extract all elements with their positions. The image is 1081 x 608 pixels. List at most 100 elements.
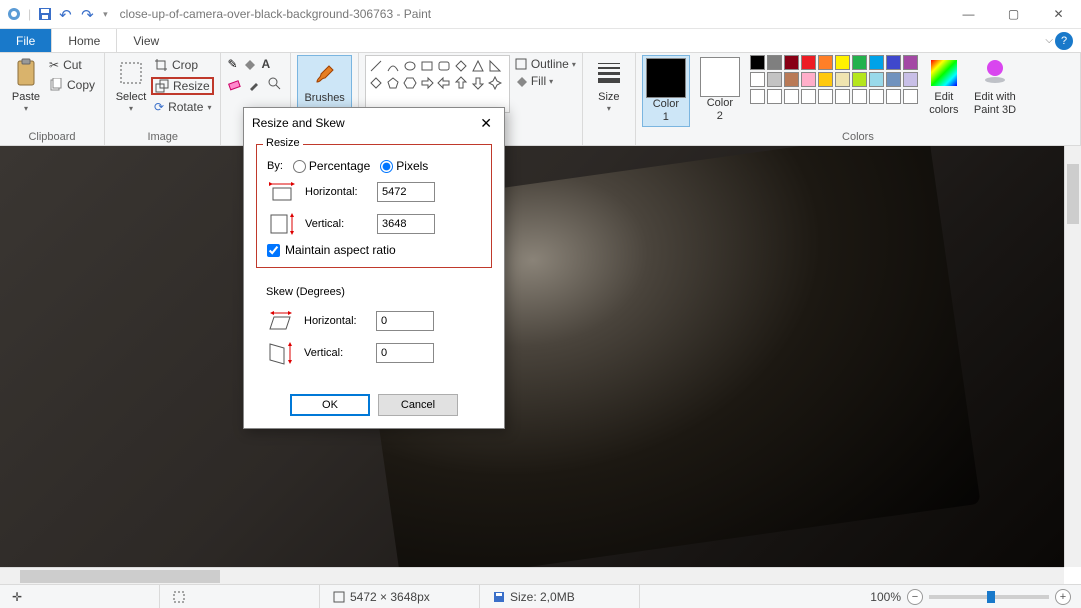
- zoom-out-button[interactable]: −: [907, 589, 923, 605]
- bucket-icon[interactable]: [242, 57, 258, 73]
- color-swatch[interactable]: [869, 55, 884, 70]
- color-swatch[interactable]: [886, 55, 901, 70]
- dialog-close-button[interactable]: ✕: [476, 113, 496, 134]
- edit-colors-button[interactable]: Edit colors: [924, 55, 964, 119]
- color-swatch[interactable]: [767, 89, 782, 104]
- skew-vertical-input[interactable]: [376, 343, 434, 363]
- shape-rtri-icon[interactable]: [488, 59, 502, 73]
- select-button[interactable]: Select ▾: [111, 55, 151, 115]
- fill-button[interactable]: Fill▾: [514, 74, 576, 88]
- size-button[interactable]: Size ▾: [589, 55, 629, 115]
- cancel-button[interactable]: Cancel: [378, 394, 458, 416]
- outline-button[interactable]: Outline▾: [514, 57, 576, 71]
- color-swatch[interactable]: [818, 72, 833, 87]
- paint3d-button[interactable]: Edit with Paint 3D: [970, 55, 1020, 119]
- pixels-radio[interactable]: Pixels: [380, 159, 428, 173]
- color-swatch[interactable]: [903, 89, 918, 104]
- maintain-aspect-checkbox[interactable]: Maintain aspect ratio: [267, 243, 481, 257]
- pencil-icon[interactable]: ✎: [227, 57, 237, 73]
- ok-button[interactable]: OK: [290, 394, 370, 416]
- zoom-in-button[interactable]: +: [1055, 589, 1071, 605]
- horizontal-scrollbar[interactable]: [0, 567, 1064, 584]
- color-swatch[interactable]: [750, 89, 765, 104]
- minimize-button[interactable]: —: [946, 0, 991, 29]
- shape-arrowr-icon[interactable]: [420, 76, 434, 90]
- color-swatch[interactable]: [818, 55, 833, 70]
- color-swatch[interactable]: [767, 72, 782, 87]
- color-swatch[interactable]: [750, 55, 765, 70]
- color-palette[interactable]: [750, 55, 918, 104]
- color-swatch[interactable]: [903, 55, 918, 70]
- save-icon[interactable]: [37, 6, 53, 22]
- color-swatch[interactable]: [903, 72, 918, 87]
- color2-button[interactable]: Color 2: [696, 55, 744, 125]
- color-swatch[interactable]: [835, 89, 850, 104]
- color-swatch[interactable]: [869, 89, 884, 104]
- shape-curve-icon[interactable]: [386, 59, 400, 73]
- close-button[interactable]: ✕: [1036, 0, 1081, 29]
- skew-horizontal-input[interactable]: [376, 311, 434, 331]
- redo-icon[interactable]: ↷: [81, 6, 97, 22]
- cut-button[interactable]: ✂Cut: [46, 57, 98, 73]
- color-swatch[interactable]: [835, 72, 850, 87]
- text-icon[interactable]: A: [262, 57, 271, 73]
- shape-poly-icon[interactable]: [454, 59, 468, 73]
- shape-oval-icon[interactable]: [403, 59, 417, 73]
- color-swatch[interactable]: [886, 89, 901, 104]
- color-swatch[interactable]: [784, 55, 799, 70]
- shape-pent-icon[interactable]: [386, 76, 400, 90]
- color-swatch[interactable]: [852, 89, 867, 104]
- shape-arrowd-icon[interactable]: [471, 76, 485, 90]
- color-swatch[interactable]: [750, 72, 765, 87]
- color-swatch[interactable]: [784, 72, 799, 87]
- maximize-button[interactable]: ▢: [991, 0, 1036, 29]
- picker-icon[interactable]: [247, 76, 263, 92]
- resize-vertical-input[interactable]: [377, 214, 435, 234]
- color-swatch[interactable]: [801, 89, 816, 104]
- help-icon[interactable]: ?: [1055, 32, 1073, 50]
- shape-tri-icon[interactable]: [471, 59, 485, 73]
- crop-button[interactable]: Crop: [151, 57, 214, 73]
- shape-roundrect-icon[interactable]: [437, 59, 451, 73]
- chevron-down-icon: ▾: [207, 103, 211, 112]
- shape-hex-icon[interactable]: [403, 76, 417, 90]
- ribbon-collapse-icon[interactable]: ⌵: [1045, 35, 1053, 46]
- copy-button[interactable]: Copy: [46, 77, 98, 93]
- color-swatch[interactable]: [801, 55, 816, 70]
- view-tab[interactable]: View: [117, 29, 175, 52]
- color-swatch[interactable]: [818, 89, 833, 104]
- file-tab[interactable]: File: [0, 29, 51, 52]
- color-swatch[interactable]: [852, 55, 867, 70]
- home-tab[interactable]: Home: [51, 29, 117, 52]
- color-swatch[interactable]: [852, 72, 867, 87]
- resize-button[interactable]: Resize: [151, 77, 214, 95]
- color-swatch[interactable]: [801, 72, 816, 87]
- color1-button[interactable]: Color 1: [642, 55, 690, 127]
- color-swatch[interactable]: [835, 55, 850, 70]
- color-swatch[interactable]: [784, 89, 799, 104]
- shapes-gallery[interactable]: [365, 55, 510, 113]
- canvas[interactable]: [0, 146, 1064, 567]
- resize-horizontal-input[interactable]: [377, 182, 435, 202]
- scrollbar-thumb[interactable]: [1067, 164, 1079, 224]
- zoom-knob[interactable]: [987, 591, 995, 603]
- shape-arrowu-icon[interactable]: [454, 76, 468, 90]
- eraser-icon[interactable]: [227, 76, 243, 92]
- color-swatch[interactable]: [767, 55, 782, 70]
- shape-arrowl-icon[interactable]: [437, 76, 451, 90]
- zoom-slider[interactable]: [929, 595, 1049, 599]
- color-swatch[interactable]: [869, 72, 884, 87]
- scrollbar-thumb[interactable]: [20, 570, 220, 583]
- rotate-button[interactable]: ⟳Rotate▾: [151, 99, 214, 115]
- color-swatch[interactable]: [886, 72, 901, 87]
- shape-rect-icon[interactable]: [420, 59, 434, 73]
- percentage-radio[interactable]: Percentage: [293, 159, 370, 173]
- shape-star4-icon[interactable]: [488, 76, 502, 90]
- vertical-scrollbar[interactable]: [1064, 146, 1081, 567]
- magnify-icon[interactable]: [267, 76, 283, 92]
- qat-dropdown-icon[interactable]: ▾: [103, 9, 108, 20]
- paste-button[interactable]: Paste ▾: [6, 55, 46, 115]
- shape-diamond-icon[interactable]: [369, 76, 383, 90]
- undo-icon[interactable]: ↶: [59, 6, 75, 22]
- shape-line-icon[interactable]: [369, 59, 383, 73]
